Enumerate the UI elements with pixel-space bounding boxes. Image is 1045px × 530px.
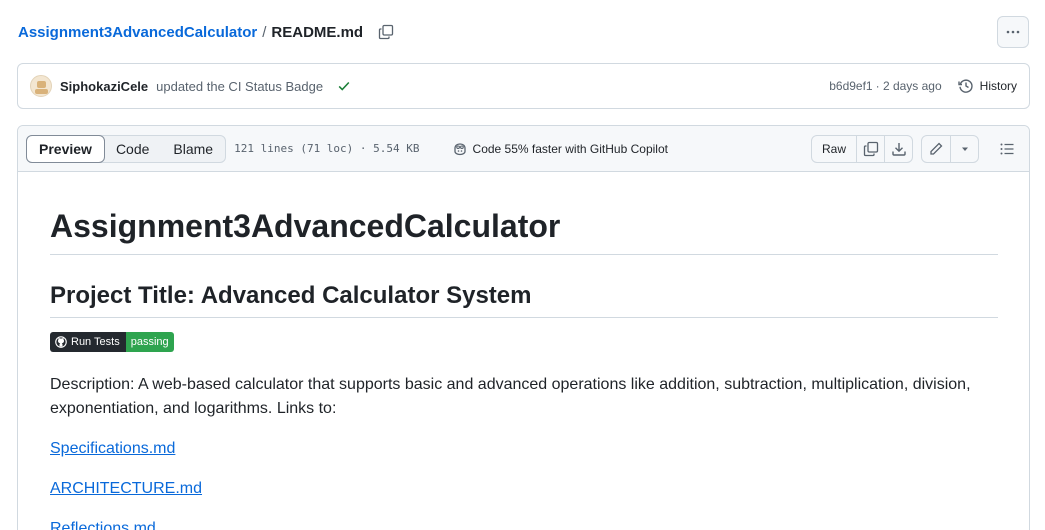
tab-blame[interactable]: Blame [161,136,225,162]
avatar[interactable] [30,75,52,97]
file-header: Preview Code Blame 121 lines (71 loc) · … [18,126,1029,172]
commit-time: · 2 days ago [875,79,942,93]
edit-group [921,134,979,163]
breadcrumb-file: README.md [271,23,364,41]
file-meta: 121 lines (71 loc) · 5.54 KB [234,142,420,155]
copy-path-icon[interactable] [377,23,395,41]
download-icon[interactable] [884,135,912,162]
file-viewer: Preview Code Blame 121 lines (71 loc) · … [17,125,1030,530]
view-mode-switch: Preview Code Blame [26,134,227,163]
breadcrumb-separator: / [262,23,267,41]
file-tools: Raw [810,134,1021,163]
copy-raw-icon[interactable] [856,135,884,162]
commit-author[interactable]: SiphokaziCele [60,79,148,94]
readme-title: Assignment3AdvancedCalculator [50,206,998,255]
tab-code[interactable]: Code [104,136,161,162]
chevron-down-icon[interactable] [950,135,978,162]
history-icon [957,79,973,93]
history-label: History [979,79,1017,93]
link-architecture[interactable]: ARCHITECTURE.md [50,477,998,501]
commit-meta: b6d9ef1 · 2 days ago History [829,78,1017,94]
pencil-icon[interactable] [922,136,950,162]
badge-label-text: Run Tests [71,336,120,348]
latest-commit-bar: SiphokaziCele updated the CI Status Badg… [17,63,1030,109]
more-options-button[interactable] [997,16,1029,48]
link-reflections[interactable]: Reflections.md [50,517,998,530]
commit-message[interactable]: updated the CI Status Badge [156,79,323,94]
copilot-promo-label: Code 55% faster with GitHub Copilot [472,141,668,156]
link-specifications[interactable]: Specifications.md [50,437,998,461]
ci-status-badge[interactable]: Run Tests passing [50,332,174,352]
breadcrumb-repo-link[interactable]: Assignment3AdvancedCalculator [18,24,257,41]
check-icon[interactable] [337,79,351,93]
badge-label: Run Tests [50,332,126,352]
readme-description: Description: A web-based calculator that… [50,376,971,417]
raw-button[interactable]: Raw [812,136,856,162]
tab-preview[interactable]: Preview [26,134,105,163]
list-outline-icon[interactable] [993,135,1021,163]
commit-sha[interactable]: b6d9ef1 [829,79,872,93]
kebab-icon [1006,30,1020,34]
badge-status: passing [125,332,174,352]
github-icon [55,336,67,348]
readme-subtitle: Project Title: Advanced Calculator Syste… [50,281,998,318]
copilot-promo[interactable]: Code 55% faster with GitHub Copilot [452,141,668,157]
copilot-icon [453,142,466,155]
breadcrumb: Assignment3AdvancedCalculator / README.m… [18,14,1029,50]
readme-body: Assignment3AdvancedCalculator Project Ti… [18,206,1029,530]
raw-copy-download-group: Raw [810,134,913,163]
history-button[interactable]: History [957,78,1017,94]
